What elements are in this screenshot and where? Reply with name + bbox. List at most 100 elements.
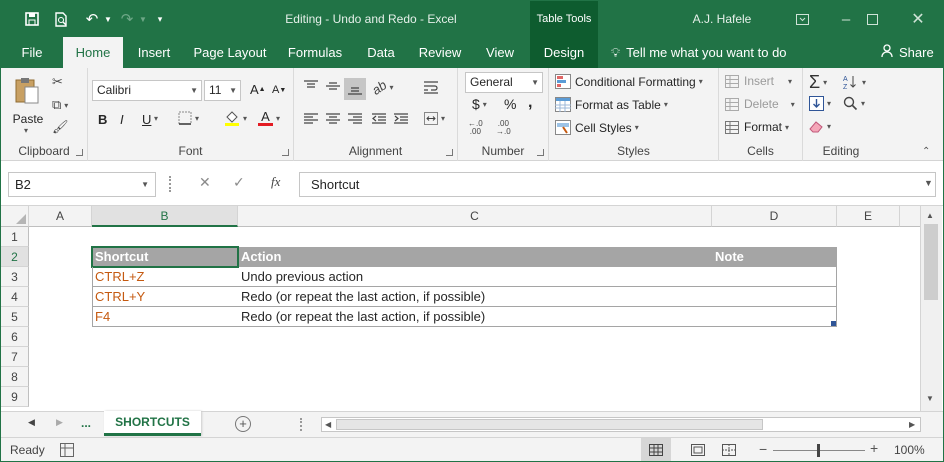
formula-input[interactable]: Shortcut <box>299 172 936 197</box>
decrease-indent-button[interactable] <box>372 113 386 124</box>
more-sheets-button[interactable]: ... <box>81 416 91 430</box>
zoom-slider-thumb[interactable] <box>817 444 820 457</box>
table-cell-note[interactable] <box>712 307 837 327</box>
tab-home[interactable]: Home <box>63 37 123 68</box>
horizontal-scrollbar[interactable]: ◀ ▶ <box>321 417 921 432</box>
alignment-launcher-icon[interactable] <box>446 149 453 156</box>
percent-button[interactable]: % <box>504 96 516 112</box>
horizontal-scroll-thumb[interactable] <box>336 419 763 430</box>
column-header-e[interactable]: E <box>837 206 900 227</box>
row-header-4[interactable]: 4 <box>1 287 29 307</box>
expand-formula-bar-icon[interactable]: ▼ <box>924 178 933 188</box>
tab-data[interactable]: Data <box>362 37 400 68</box>
tab-page-layout[interactable]: Page Layout <box>189 37 271 68</box>
table-resize-handle[interactable] <box>831 321 836 326</box>
paste-button[interactable]: Paste ▾ <box>9 74 47 135</box>
column-header-c[interactable]: C <box>238 206 712 227</box>
number-launcher-icon[interactable] <box>537 149 544 156</box>
font-color-button[interactable]: A ▾ <box>258 110 280 126</box>
user-name[interactable]: A.J. Hafele <box>682 1 762 37</box>
table-cell-note[interactable] <box>712 267 837 287</box>
vertical-scroll-thumb[interactable] <box>924 224 938 300</box>
close-icon[interactable]: ✕ <box>907 9 929 29</box>
tell-me-box[interactable]: 💡︎ Tell me what you want to do <box>611 37 787 68</box>
align-center-button[interactable] <box>326 113 340 124</box>
zoom-level[interactable]: 100% <box>894 443 925 457</box>
row-header-7[interactable]: 7 <box>1 347 29 367</box>
collapse-ribbon-icon[interactable]: ⌃ <box>922 146 930 157</box>
row-header-5[interactable]: 5 <box>1 307 29 327</box>
zoom-in-icon[interactable]: + <box>870 440 878 456</box>
column-header-b[interactable]: B <box>92 206 238 227</box>
share-button[interactable]: Share <box>881 37 934 68</box>
conditional-formatting-button[interactable]: Conditional Formatting ▾ <box>555 74 703 89</box>
underline-dropdown-icon[interactable]: ▾ <box>154 114 158 123</box>
underline-button[interactable]: U <box>142 112 151 127</box>
page-break-view-button[interactable] <box>722 444 736 459</box>
insert-cells-button[interactable]: Insert ▾ <box>725 74 792 88</box>
increase-decimal-button[interactable]: ←.0.00 <box>468 120 483 136</box>
table-header-note[interactable]: Note <box>712 247 837 267</box>
insert-function-icon[interactable]: fx <box>271 174 280 190</box>
name-box[interactable]: B2 ▼ <box>8 172 156 197</box>
vertical-scrollbar[interactable]: ▲ ▼ <box>920 206 942 411</box>
cell-styles-button[interactable]: Cell Styles ▾ <box>555 120 639 135</box>
row-header-8[interactable]: 8 <box>1 367 29 387</box>
tab-insert[interactable]: Insert <box>131 37 177 68</box>
worksheet-grid[interactable]: A B C D E 1 2 3 4 5 6 7 8 9 Shortcut Act… <box>1 206 943 411</box>
next-sheet-icon[interactable]: ▶ <box>56 417 63 428</box>
new-sheet-icon[interactable]: + <box>235 416 251 432</box>
select-all-corner[interactable] <box>1 206 29 227</box>
page-layout-view-button[interactable] <box>691 444 705 459</box>
align-left-button[interactable] <box>304 113 318 124</box>
find-select-button[interactable]: ▾ <box>843 96 865 111</box>
format-cells-button[interactable]: Format ▾ <box>725 120 789 134</box>
tab-review[interactable]: Review <box>414 37 466 68</box>
customize-qat-icon[interactable]: ▾ <box>149 9 171 29</box>
top-align-button[interactable] <box>304 80 318 92</box>
table-cell-note[interactable] <box>712 287 837 307</box>
table-cell-shortcut[interactable]: CTRL+Y <box>92 287 238 307</box>
scroll-up-icon[interactable]: ▲ <box>926 211 934 220</box>
table-cell-shortcut[interactable]: F4 <box>92 307 238 327</box>
bottom-align-button[interactable] <box>344 78 366 100</box>
font-launcher-icon[interactable] <box>282 149 289 156</box>
row-header-1[interactable]: 1 <box>1 227 29 247</box>
minimize-icon[interactable]: – <box>835 9 857 29</box>
format-painter-button[interactable]: 🖌︎ <box>52 119 69 135</box>
table-cell-action[interactable]: Redo (or repeat the last action, if poss… <box>238 287 712 307</box>
table-cell-shortcut[interactable]: CTRL+Z <box>92 267 238 287</box>
fill-button[interactable]: ▾ <box>809 96 831 111</box>
column-header-f[interactable] <box>900 206 920 227</box>
table-cell-action[interactable]: Redo (or repeat the last action, if poss… <box>238 307 712 327</box>
align-right-button[interactable] <box>348 113 362 124</box>
orientation-button[interactable]: ab ▾ <box>369 77 393 98</box>
ribbon-display-icon[interactable] <box>791 9 813 29</box>
italic-button[interactable]: I <box>120 112 124 127</box>
decrease-decimal-button[interactable]: .00 →.0 <box>496 120 511 136</box>
formula-bar-grip[interactable] <box>169 176 172 192</box>
maximize-icon[interactable] <box>861 9 883 29</box>
borders-button[interactable]: ▾ <box>178 111 199 125</box>
delete-cells-button[interactable]: Delete ▾ <box>725 97 795 111</box>
tab-file[interactable]: File <box>13 37 51 68</box>
confirm-entry-icon[interactable]: ✓ <box>233 174 245 191</box>
increase-font-button[interactable]: A ▲ <box>250 82 266 97</box>
prev-sheet-icon[interactable]: ◀ <box>28 417 35 428</box>
decrease-font-button[interactable]: A ▼ <box>272 84 286 96</box>
zoom-out-icon[interactable]: − <box>759 441 767 457</box>
copy-button[interactable]: ⧉ ▾ <box>52 97 68 113</box>
table-cell-action[interactable]: Undo previous action <box>238 267 712 287</box>
font-name-select[interactable]: Calibri ▼ <box>92 80 202 101</box>
comma-button[interactable]: , <box>528 94 532 112</box>
font-size-select[interactable]: 11 ▼ <box>204 80 241 101</box>
macro-record-icon[interactable] <box>60 443 74 460</box>
sort-filter-button[interactable]: A Z ▾ <box>843 74 866 90</box>
tab-formulas[interactable]: Formulas <box>282 37 348 68</box>
save-icon[interactable] <box>21 9 43 29</box>
middle-align-button[interactable] <box>326 80 340 92</box>
row-header-6[interactable]: 6 <box>1 327 29 347</box>
normal-view-button[interactable] <box>641 438 671 461</box>
row-header-2[interactable]: 2 <box>1 247 29 267</box>
column-header-a[interactable]: A <box>29 206 92 227</box>
